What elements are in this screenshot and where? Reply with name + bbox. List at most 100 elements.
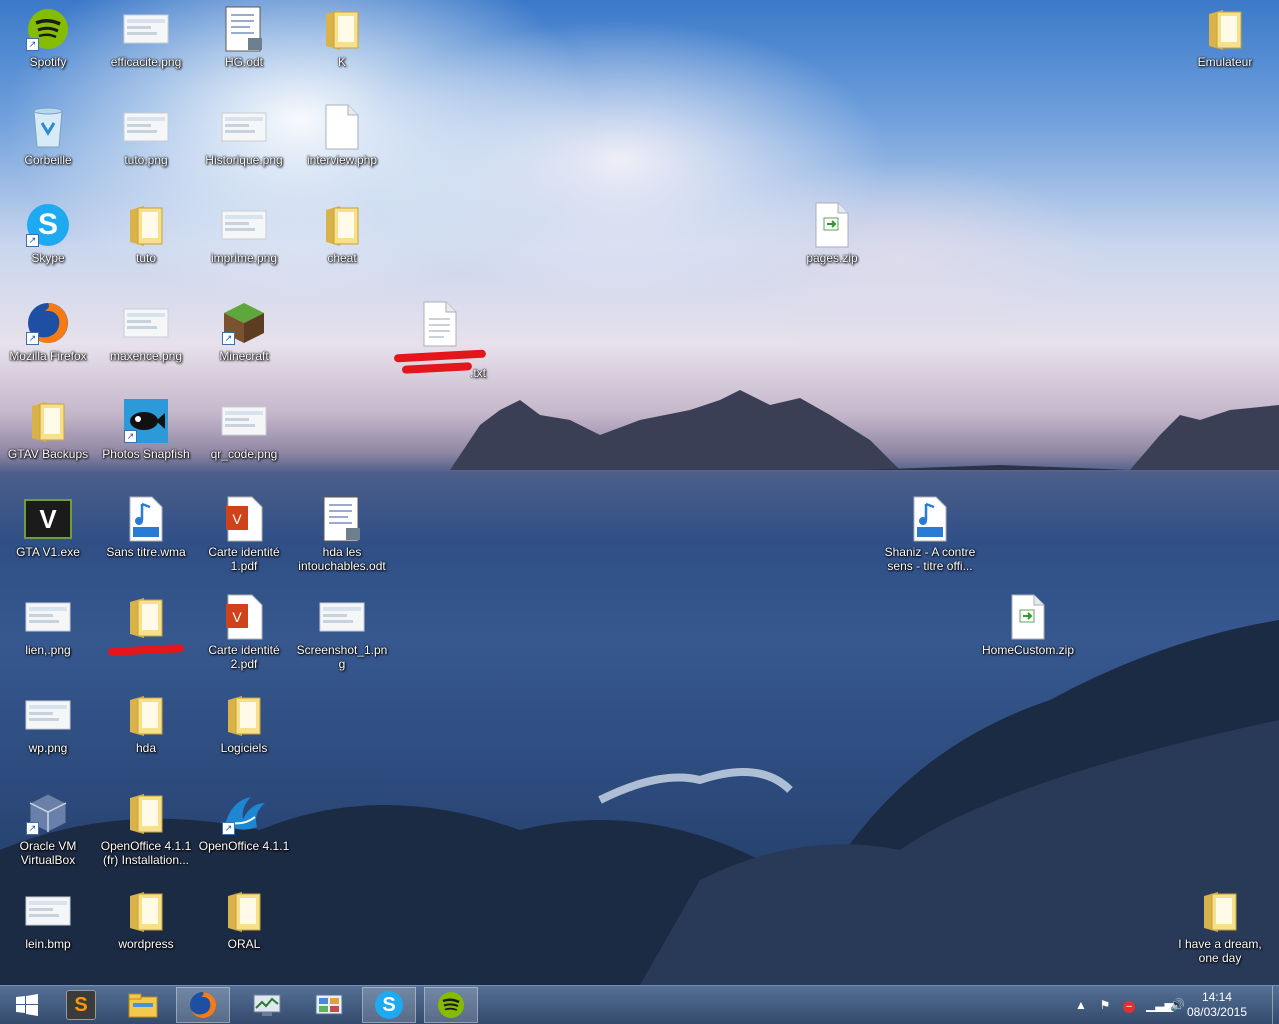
folder-icon (318, 201, 366, 249)
desktop-icon-carte2[interactable]: V Carte identité 2.pdf (196, 593, 292, 671)
signal-strength-icon[interactable]: ▁▃▅ (1146, 998, 1174, 1012)
folder-icon (122, 789, 170, 837)
taskbar-skype[interactable]: S (362, 987, 416, 1023)
desktop-icon-label: HomeCustom.zip (981, 643, 1075, 657)
desktop-icon-label: OpenOffice 4.1.1 (198, 839, 290, 853)
taskbar-resource-monitor[interactable] (240, 987, 294, 1023)
network-monitor-icon (253, 994, 281, 1016)
desktop-icon-interview[interactable]: interview.php (294, 103, 390, 167)
image-icon (318, 593, 366, 641)
desktop-icon-label: wp.png (28, 741, 68, 755)
desktop-icon-label: maxence.png (109, 349, 183, 363)
desktop-icon-label: Carte identité 1.pdf (208, 545, 280, 573)
desktop-icon-label: ORAL (227, 937, 261, 951)
taskbar-control-panel[interactable] (302, 987, 356, 1023)
desktop-icon-cheat[interactable]: cheat (294, 201, 390, 265)
desktop-icon-label: Shaniz - A contre sens - titre offi... (884, 545, 976, 573)
desktop-icon-txt-redacted[interactable]: .txt (392, 300, 488, 380)
spotify-icon (438, 992, 464, 1018)
action-center-flag-icon[interactable]: ⚑ (1098, 998, 1112, 1012)
desktop-icon-tuto-png[interactable]: tuto.png (98, 103, 194, 167)
folder-icon (122, 887, 170, 935)
desktop-icon-sans-titre[interactable]: Sans titre.wma (98, 495, 194, 559)
desktop-icon-gta[interactable]: V GTA V1.exe (0, 495, 96, 559)
desktop-icon-hg[interactable]: HG.odt (196, 5, 292, 69)
folder-icon (318, 5, 366, 53)
desktop-icon-minecraft[interactable]: ↗ Minecraft (196, 299, 292, 363)
pdf-icon: V (220, 495, 268, 543)
pdf-icon: V (220, 593, 268, 641)
shortcut-arrow-icon: ↗ (26, 38, 39, 51)
document-icon (220, 5, 268, 53)
desktop-icon-pages[interactable]: pages.zip (784, 201, 880, 265)
desktop-icon-efficacite[interactable]: efficacite.png (98, 5, 194, 69)
desktop-icon-label: Emulateur (1197, 55, 1253, 69)
image-icon (220, 201, 268, 249)
mp3-icon (906, 495, 954, 543)
desktop-icon-dream[interactable]: I have a dream, one day (1172, 887, 1268, 965)
firefox-icon (190, 992, 216, 1018)
desktop-icon-carte1[interactable]: V Carte identité 1.pdf (196, 495, 292, 573)
image-icon (24, 691, 72, 739)
folder-icon (122, 201, 170, 249)
desktop-icon-label: lien,.png (25, 643, 71, 657)
desktop-icon-historique[interactable]: Historique.png (196, 103, 292, 167)
sublime-text-icon: S (66, 990, 96, 1020)
desktop-icon-corbeille[interactable]: Corbeille (0, 103, 96, 167)
image-icon (220, 397, 268, 445)
desktop-icon-lien[interactable]: lien,.png (0, 593, 96, 657)
start-button[interactable] (0, 987, 54, 1023)
folder-icon (122, 593, 170, 641)
desktop-icon-oo-install[interactable]: OpenOffice 4.1.1 (fr) Installation... (98, 789, 194, 867)
document-icon (318, 495, 366, 543)
desktop-icon-label: Corbeille (24, 153, 72, 167)
skype-icon: S ↗ (24, 201, 72, 249)
desktop-icon-k[interactable]: K (294, 5, 390, 69)
desktop-icon-oral[interactable]: ORAL (196, 887, 292, 951)
desktop-icon-label: I have a dream, one day (1178, 937, 1262, 965)
desktop-icon-spotify[interactable]: ↗ Spotify (0, 5, 96, 69)
desktop-icon-qrcode[interactable]: qr_code.png (196, 397, 292, 461)
volume-icon[interactable]: 🔊 (1170, 998, 1185, 1012)
desktop-icon-wp[interactable]: wp.png (0, 691, 96, 755)
taskbar-explorer[interactable] (116, 987, 170, 1023)
desktop-icon-label: pages.zip (806, 251, 858, 265)
taskbar-sublime[interactable]: S (54, 987, 108, 1023)
desktop-icon-label: interview.php (306, 153, 378, 167)
desktop-icon-imprime[interactable]: imprime.png (196, 201, 292, 265)
desktop-icon-maxence[interactable]: maxence.png (98, 299, 194, 363)
shortcut-arrow-icon: ↗ (26, 822, 39, 835)
text-file-icon (416, 300, 464, 348)
desktop-icon-skype[interactable]: S ↗ Skype (0, 201, 96, 265)
show-hidden-icons[interactable]: ▲ (1074, 998, 1088, 1012)
desktop-icon-tuto[interactable]: tuto (98, 201, 194, 265)
clock-time: 14:14 (1201, 990, 1232, 1004)
desktop-icon-firefox[interactable]: ↗ Mozilla Firefox (0, 299, 96, 363)
desktop-icon-label: hda (135, 741, 157, 755)
recycle-bin-icon (24, 103, 72, 151)
taskbar-firefox[interactable] (176, 987, 230, 1023)
desktop-icon-screenshot[interactable]: Screenshot_1.png (294, 593, 390, 671)
system-clock[interactable]: 14:14 08/03/2015 (1187, 990, 1247, 1020)
image-icon (122, 103, 170, 151)
desktop-icon-lein[interactable]: lein.bmp (0, 887, 96, 951)
desktop-icon-hda[interactable]: hda (98, 691, 194, 755)
taskbar-spotify[interactable] (424, 987, 478, 1023)
desktop-icon-virtualbox[interactable]: ↗ Oracle VM VirtualBox (0, 789, 96, 867)
desktop-icon-shaniz[interactable]: Shaniz - A contre sens - titre offi... (882, 495, 978, 573)
file-explorer-icon (128, 993, 158, 1018)
desktop-icon-gtav-backups[interactable]: GTAV Backups (0, 397, 96, 461)
desktop-icon-openoffice[interactable]: ↗ OpenOffice 4.1.1 (196, 789, 292, 853)
show-desktop-button[interactable] (1272, 986, 1279, 1024)
image-icon (122, 5, 170, 53)
desktop-icon-emulateur[interactable]: Emulateur (1177, 5, 1273, 69)
desktop-icon-wordpress[interactable]: wordpress (98, 887, 194, 951)
desktop-icon-folder-redacted[interactable] (98, 593, 194, 657)
desktop-icon-snapfish[interactable]: ↗ Photos Snapfish (98, 397, 194, 461)
redaction-mark (107, 644, 185, 656)
desktop-icon-homecustom[interactable]: HomeCustom.zip (980, 593, 1076, 657)
desktop-icon-logiciels[interactable]: Logiciels (196, 691, 292, 755)
desktop-icon-hda-odt[interactable]: hda les intouchables.odt (294, 495, 390, 573)
no-network-icon[interactable]: – (1122, 998, 1136, 1013)
desktop-icon-label: Carte identité 2.pdf (208, 643, 280, 671)
